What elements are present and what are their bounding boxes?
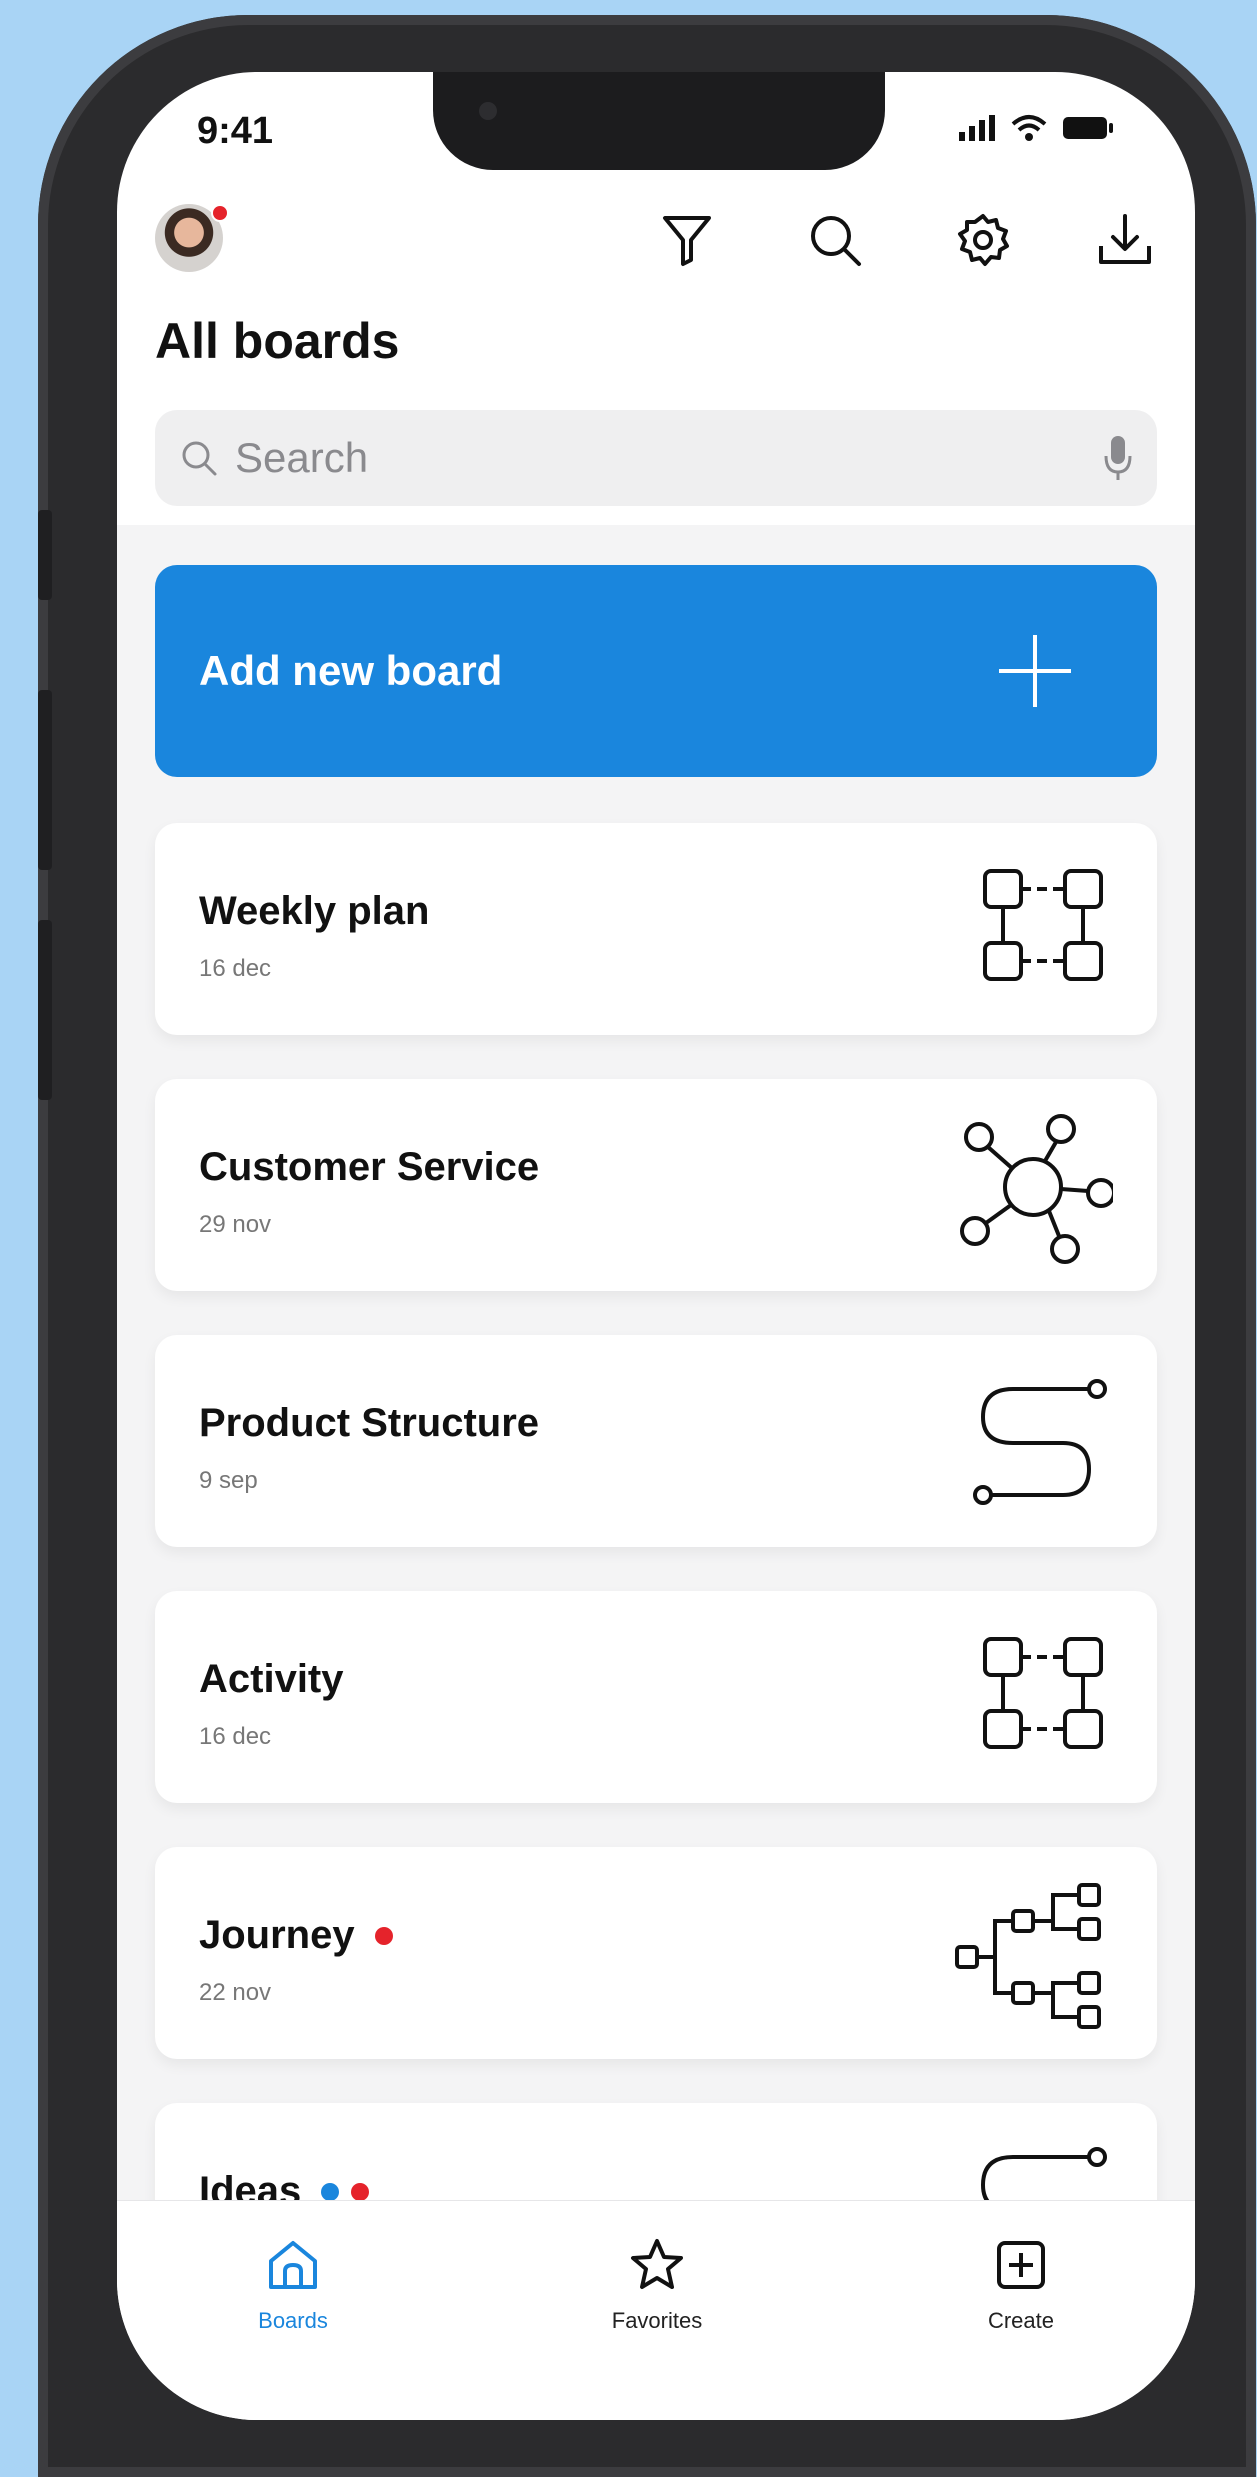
hub-network-icon <box>960 1114 1113 1264</box>
star-icon <box>631 2239 683 2289</box>
board-card[interactable]: Journey 22 nov <box>155 1847 1157 2059</box>
search-icon <box>182 441 217 476</box>
board-card[interactable]: Weekly plan 16 dec <box>155 823 1157 1035</box>
notification-dot <box>211 204 229 222</box>
volume-down-button <box>38 920 52 1100</box>
board-date: 29 nov <box>199 1211 272 1238</box>
status-time: 9:41 <box>197 110 274 152</box>
battery-icon <box>1063 117 1113 139</box>
board-name: Customer Service <box>199 1145 540 1189</box>
app-screen: 9:41 All boards Search Add new board Wee… <box>117 72 1195 2420</box>
tab-create[interactable]: Create <box>921 2237 1121 2334</box>
add-new-board-button[interactable]: Add new board <box>155 565 1157 777</box>
board-card[interactable]: Product Structure 9 sep <box>155 1335 1157 1547</box>
board-date: 16 dec <box>199 955 272 982</box>
download-icon[interactable] <box>1095 210 1155 270</box>
board-date: 9 sep <box>199 1467 258 1494</box>
board-card[interactable]: Customer Service 29 nov <box>155 1079 1157 1291</box>
board-name: Product Structure <box>199 1401 540 1445</box>
filter-icon[interactable] <box>657 210 717 270</box>
home-icon <box>269 2241 317 2289</box>
board-date: 16 dec <box>199 1723 272 1750</box>
tab-label: Create <box>987 2308 1055 2333</box>
tab-bar: Boards Favorites Create <box>117 2200 1195 2420</box>
add-new-board-label: Add new board <box>199 647 503 694</box>
search-input[interactable]: Search <box>155 410 1157 506</box>
tab-label: Favorites <box>611 2308 703 2333</box>
page-title: All boards <box>155 313 400 369</box>
board-name: Weekly plan <box>199 889 430 933</box>
board-name: Journey <box>199 1913 355 1957</box>
camera <box>479 102 497 120</box>
mute-switch <box>38 510 52 600</box>
search-icon[interactable] <box>805 210 865 270</box>
status-dot <box>351 2182 370 2201</box>
status-icons <box>959 114 1115 142</box>
board-card[interactable]: Activity 16 dec <box>155 1591 1157 1803</box>
wifi-icon <box>1011 115 1047 141</box>
board-name: Activity <box>199 1657 344 1701</box>
microphone-icon[interactable] <box>1103 432 1133 484</box>
notch <box>433 72 885 170</box>
status-dot <box>374 1926 393 1945</box>
grid-flow-icon <box>983 1637 1103 1749</box>
tab-label: Boards <box>258 2308 328 2333</box>
tab-favorites[interactable]: Favorites <box>557 2237 757 2334</box>
volume-up-button <box>38 690 52 870</box>
status-dot <box>321 2182 340 2201</box>
tree-hierarchy-icon <box>955 1883 1101 2029</box>
tab-boards[interactable]: Boards <box>193 2237 393 2334</box>
plus-square-icon <box>997 2241 1045 2289</box>
gear-icon[interactable] <box>953 210 1013 270</box>
s-path-icon <box>973 1379 1107 1505</box>
signal-icon <box>959 115 995 141</box>
grid-flow-icon <box>983 869 1103 981</box>
search-placeholder: Search <box>235 434 369 481</box>
board-date: 22 nov <box>199 1979 272 2006</box>
plus-icon <box>999 635 1071 707</box>
